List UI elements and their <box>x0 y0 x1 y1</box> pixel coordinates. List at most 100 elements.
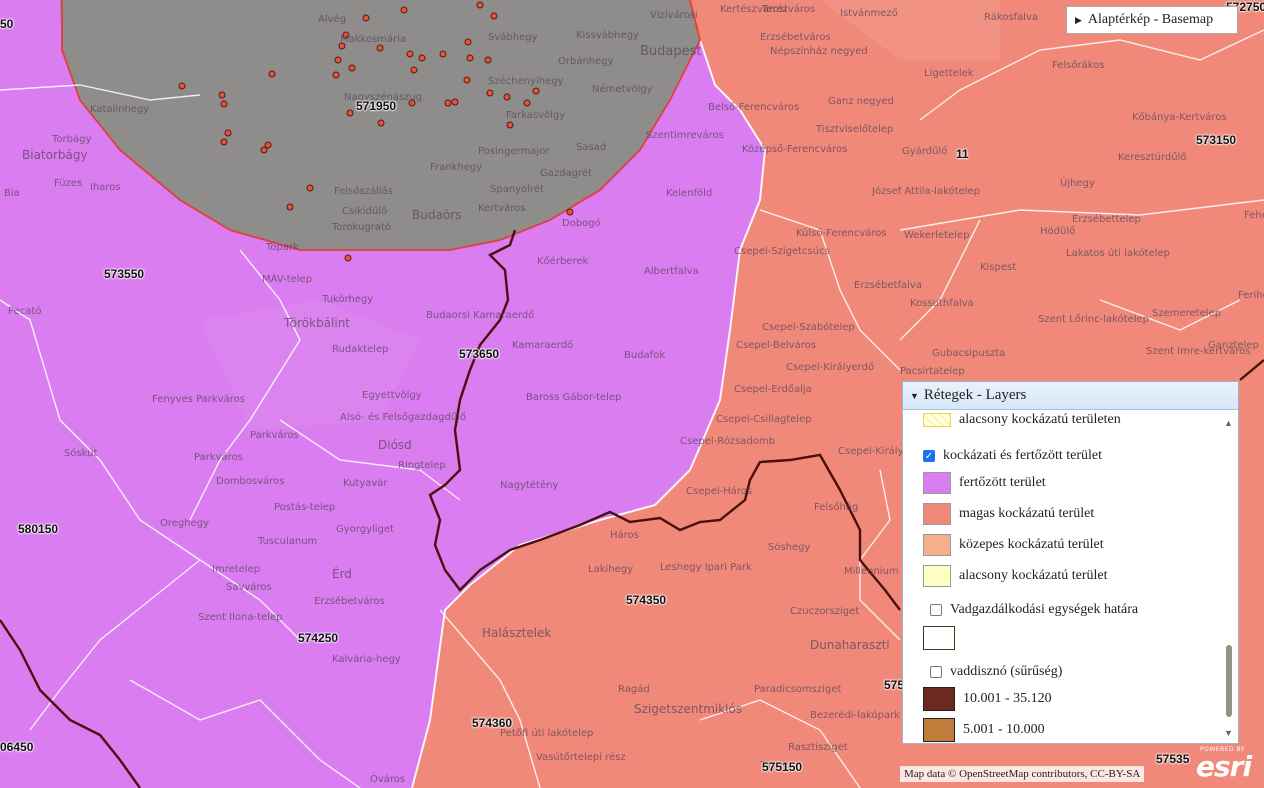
layer-toggle-wild-boar[interactable]: vaddisznó (sűrűség) <box>930 664 1062 680</box>
layers-panel: ▼ Rétegek - Layers alacsony kockázatú te… <box>902 381 1239 744</box>
unit-code-label: 573150 <box>1196 133 1237 147</box>
place-label: Farkasvölgy <box>506 110 566 121</box>
place-label: Háros <box>610 530 639 541</box>
basemap-toggle-button[interactable]: ▶ Alaptérkép - Basemap <box>1066 6 1238 34</box>
place-label: Millennium <box>844 566 899 577</box>
place-label: Németvölgy <box>592 84 653 95</box>
place-label: Csepel-Szabótelep <box>762 322 855 333</box>
place-label: Leshegy Ipari Park <box>660 562 752 573</box>
place-label: Népszínház negyed <box>770 46 868 57</box>
place-label: Alsó- és Felsőgazdagdűlő <box>340 412 467 423</box>
place-label: Spanyolrét <box>490 184 544 195</box>
place-label: Sóskút <box>64 448 98 459</box>
layer-label: Vadgazdálkodási egységek határa <box>950 602 1139 617</box>
unit-code-label: 571950 <box>356 99 397 113</box>
place-label: Szent Lőrinc-lakótelep <box>1038 314 1150 325</box>
legend-label: fertőzött terület <box>959 475 1046 490</box>
place-label: Makkosmária <box>340 34 407 45</box>
place-label: Kőbánya-Kertváros <box>1132 112 1227 123</box>
unit-code-label: 57535 <box>1156 752 1190 766</box>
legend-swatch <box>923 718 955 742</box>
place-label: Erzsébetváros <box>760 32 831 43</box>
place-label: Belső-Ferencváros <box>708 102 800 113</box>
place-label: Halásztelek <box>482 626 552 640</box>
place-label: Rákosfalva <box>984 12 1039 23</box>
place-label: Kispest <box>980 262 1017 273</box>
place-label: Lakihegy <box>588 564 634 575</box>
place-label: Kőérberek <box>537 256 589 267</box>
unit-code-label: 574350 <box>626 593 667 607</box>
place-label: Budafok <box>624 350 666 361</box>
place-label: Frankhegy <box>430 162 483 173</box>
layers-panel-header[interactable]: ▼ Rétegek - Layers <box>903 382 1238 410</box>
unit-code-label: 574360 <box>472 716 513 730</box>
place-label: Gubacsipuszta <box>932 348 1006 359</box>
layers-panel-title: Rétegek - Layers <box>923 387 1027 403</box>
place-label: Csikidűlő <box>342 206 388 217</box>
place-label: Ragád <box>618 684 650 695</box>
place-label: Erzsébettelep <box>1072 214 1141 225</box>
place-label: Csepel-Belváros <box>736 340 816 351</box>
caret-down-icon: ▼ <box>910 390 919 401</box>
scroll-down-icon[interactable]: ▼ <box>1224 728 1233 738</box>
layers-list: alacsony kockázatú területen ✓ kockázati… <box>903 410 1221 743</box>
place-label: Biatorbágy <box>22 148 88 162</box>
place-label: Albertfalva <box>644 266 699 277</box>
place-label: Parkváros <box>250 430 299 441</box>
place-label: Imretelep <box>212 564 261 575</box>
place-label: Czuczorsziget <box>790 606 860 617</box>
place-label: Egyettvölgy <box>362 390 422 401</box>
place-label: Ligettelek <box>924 68 974 79</box>
legend-label: közepes kockázatú terület <box>959 537 1104 552</box>
place-label: Szemeretelep <box>1152 308 1222 319</box>
place-label: Újhegy <box>1060 178 1095 189</box>
layer-toggle-hunting-units[interactable]: Vadgazdálkodási egységek határa <box>930 602 1138 618</box>
place-label: Gyárdűlő <box>902 146 948 157</box>
scroll-up-icon[interactable]: ▲ <box>1224 418 1233 428</box>
place-label: Torokugrató <box>332 222 391 233</box>
legend-item: magas kockázatú terület <box>923 503 1094 525</box>
place-label: Ganztelep <box>1208 340 1259 351</box>
place-label: Budapest <box>640 44 702 59</box>
place-label: Fenyves Parkváros <box>152 394 245 405</box>
basemap-label: Alaptérkép - Basemap <box>1087 12 1214 27</box>
place-label: Kertváros <box>478 203 526 214</box>
checkbox[interactable] <box>930 604 942 616</box>
unit-code-label: 575150 <box>762 760 803 774</box>
place-label: Kossuthfalva <box>910 298 974 309</box>
place-label: Kutyavár <box>343 478 388 489</box>
place-label: Oreghegy <box>160 518 210 529</box>
place-label: Iharos <box>90 182 121 193</box>
legend-item: közepes kockázatú terület <box>923 534 1104 556</box>
place-label: Sóshegy <box>768 542 811 553</box>
checkbox[interactable]: ✓ <box>923 450 935 462</box>
place-label: Lakatos úti lakótelep <box>1066 248 1170 259</box>
legend-label: magas kockázatú terület <box>959 506 1095 521</box>
caret-right-icon: ▶ <box>1075 14 1082 25</box>
place-label: Pacsirtatelep <box>900 366 965 377</box>
layers-scrollbar[interactable]: ▲ ▼ <box>1220 410 1238 743</box>
legend-swatch <box>923 503 951 525</box>
place-label: Törökbálint <box>284 316 351 330</box>
place-label: Csepel-Erdőalja <box>734 384 812 395</box>
place-label: Torbágy <box>52 134 92 145</box>
legend-label: 10.001 - 35.120 <box>963 691 1052 706</box>
place-label: Tukörhegy <box>322 294 374 305</box>
place-label: Tusculanum <box>258 536 318 547</box>
place-label: Petőfi úti lakótelep <box>500 728 594 739</box>
layer-toggle-risk-infected[interactable]: ✓ kockázati és fertőzött terület <box>923 448 1102 464</box>
place-label: Postás-telep <box>274 502 336 513</box>
place-label: Pecató <box>8 306 42 317</box>
place-label: Katalinhegy <box>90 104 150 115</box>
unit-code-label: 11 <box>956 147 969 161</box>
checkbox[interactable] <box>930 666 942 678</box>
place-label: Hödülő <box>1040 226 1076 237</box>
place-label: Felsőhág <box>814 502 859 513</box>
unit-code-label: 06450 <box>0 740 34 754</box>
scrollbar-thumb[interactable] <box>1226 645 1232 717</box>
unit-code-label: 573650 <box>459 347 500 361</box>
esri-logo[interactable]: POWERED BY esri <box>1192 746 1256 783</box>
place-label: Posingermajor <box>478 146 550 157</box>
legend-label: 5.001 - 10.000 <box>963 722 1045 737</box>
place-label: Szentimreváros <box>646 130 724 141</box>
